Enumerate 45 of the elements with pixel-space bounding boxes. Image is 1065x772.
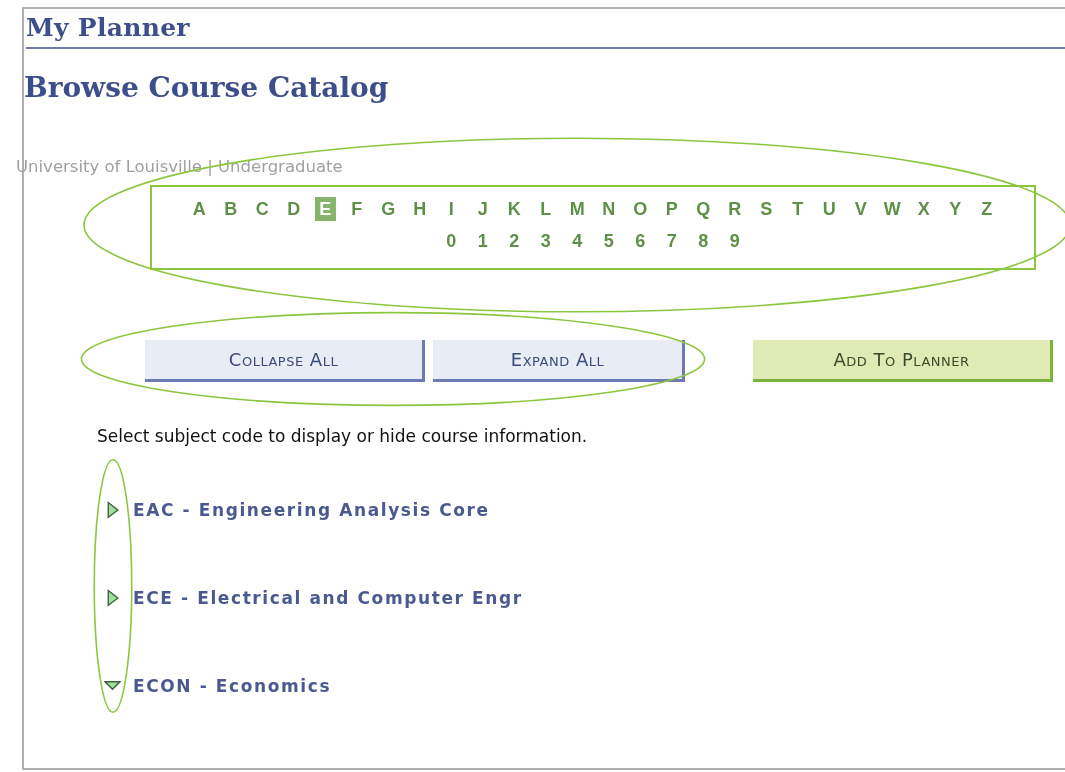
letter-link[interactable]: B [220, 197, 242, 221]
letter-link[interactable]: K [503, 197, 525, 221]
letter-link[interactable]: F [346, 197, 368, 221]
subject-link[interactable]: ECON - Economics [133, 674, 332, 698]
letter-link[interactable]: 3 [535, 229, 557, 253]
letter-link[interactable]: D [283, 197, 305, 221]
letter-link[interactable]: J [472, 197, 494, 221]
letter-link[interactable]: S [755, 197, 777, 221]
letter-link[interactable]: X [913, 197, 935, 221]
letter-link[interactable]: 2 [503, 229, 525, 253]
instruction-text: Select subject code to display or hide course information. [97, 425, 588, 448]
letter-link[interactable]: Y [944, 197, 966, 221]
letter-link[interactable]: 8 [692, 229, 714, 253]
letter-link[interactable]: W [881, 197, 903, 221]
letter-link[interactable]: A [188, 197, 210, 221]
letter-link[interactable]: M [566, 197, 588, 221]
add-to-planner-button[interactable]: Add To Planner [753, 340, 1053, 382]
letter-link[interactable]: R [724, 197, 746, 221]
subject-link[interactable]: ECE - Electrical and Computer Engr [133, 586, 523, 610]
toggle-button[interactable]: Expand All [433, 340, 685, 382]
planner-title: My Planner [26, 12, 190, 44]
letter-link[interactable]: I [440, 197, 462, 221]
letter-link[interactable]: T [787, 197, 809, 221]
subject-link[interactable]: EAC - Engineering Analysis Core [133, 498, 490, 522]
letter-link[interactable]: 4 [566, 229, 588, 253]
letter-link[interactable]: 6 [629, 229, 651, 253]
letter-link[interactable]: O [629, 197, 651, 221]
letter-link[interactable]: P [661, 197, 683, 221]
letter-link[interactable]: V [850, 197, 872, 221]
letter-link[interactable]: 5 [598, 229, 620, 253]
letter-link[interactable]: U [818, 197, 840, 221]
letter-link[interactable]: 7 [661, 229, 683, 253]
toggle-button[interactable]: Collapse All [145, 340, 425, 382]
letter-link[interactable]: G [377, 197, 399, 221]
letter-link[interactable]: L [535, 197, 557, 221]
letter-link[interactable]: N [598, 197, 620, 221]
letter-link[interactable]: Z [976, 197, 998, 221]
letter-link[interactable]: 0 [440, 229, 462, 253]
letter-link[interactable]: E [314, 197, 336, 221]
letter-link[interactable]: 9 [724, 229, 746, 253]
page-title: Browse Course Catalog [24, 70, 389, 106]
letter-link[interactable]: Q [692, 197, 714, 221]
letter-link[interactable]: 1 [472, 229, 494, 253]
letter-link[interactable]: H [409, 197, 431, 221]
letter-link[interactable]: C [251, 197, 273, 221]
